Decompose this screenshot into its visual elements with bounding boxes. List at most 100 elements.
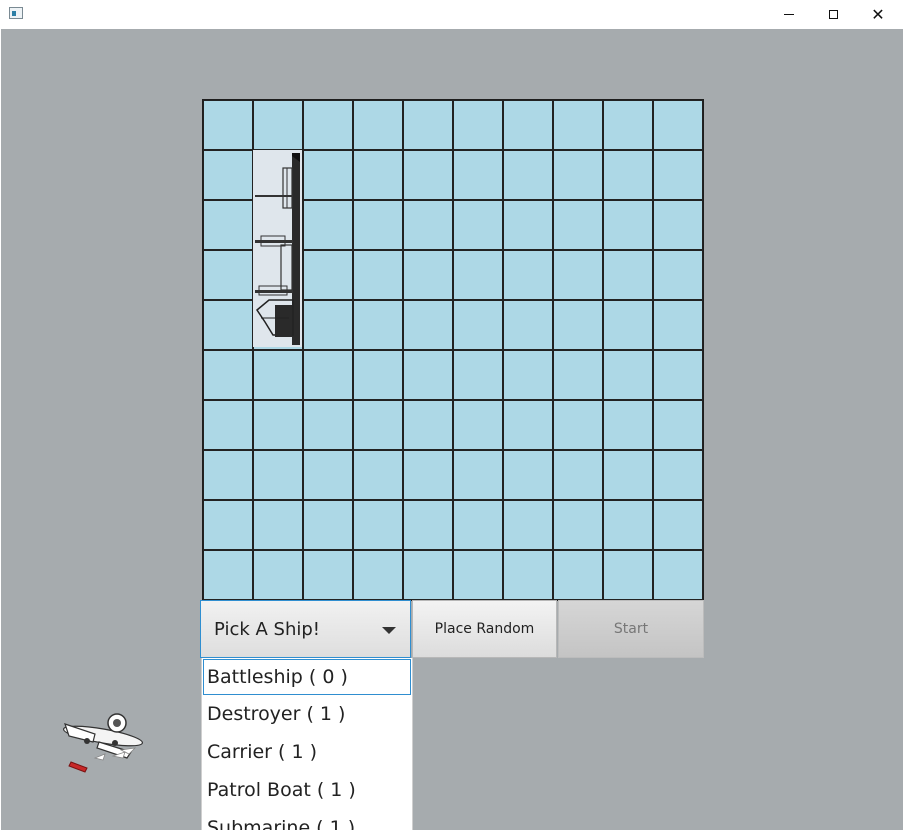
board-cell[interactable] <box>203 500 253 550</box>
board-cell[interactable] <box>603 100 653 150</box>
board-cell[interactable] <box>453 250 503 300</box>
place-random-button[interactable]: Place Random <box>412 600 557 658</box>
board-cell[interactable] <box>353 550 403 600</box>
board-cell[interactable] <box>653 500 703 550</box>
board-cell[interactable] <box>653 350 703 400</box>
close-button[interactable]: ✕ <box>855 0 901 29</box>
ship-option[interactable]: Patrol Boat ( 1 ) <box>202 771 412 809</box>
board-cell[interactable] <box>453 100 503 150</box>
board-cell[interactable] <box>353 250 403 300</box>
board-cell[interactable] <box>403 500 453 550</box>
minimize-button[interactable] <box>766 0 812 29</box>
board-cell[interactable] <box>453 450 503 500</box>
ship-option[interactable]: Battleship ( 0 ) <box>203 659 411 695</box>
board-cell[interactable] <box>653 150 703 200</box>
board-cell[interactable] <box>553 100 603 150</box>
board-cell[interactable] <box>353 150 403 200</box>
board-cell[interactable] <box>253 500 303 550</box>
board-cell[interactable] <box>453 350 503 400</box>
ship-option[interactable]: Destroyer ( 1 ) <box>202 695 412 733</box>
board-cell[interactable] <box>653 450 703 500</box>
board-cell[interactable] <box>653 250 703 300</box>
board-cell[interactable] <box>403 450 453 500</box>
board-cell[interactable] <box>353 500 403 550</box>
board-cell[interactable] <box>553 400 603 450</box>
board-cell[interactable] <box>603 400 653 450</box>
board-cell[interactable] <box>403 550 453 600</box>
board-cell[interactable] <box>303 300 353 350</box>
board-cell[interactable] <box>403 350 453 400</box>
board-cell[interactable] <box>503 350 553 400</box>
board-cell[interactable] <box>303 550 353 600</box>
board-cell[interactable] <box>303 400 353 450</box>
board-cell[interactable] <box>603 200 653 250</box>
board-cell[interactable] <box>553 300 603 350</box>
board-cell[interactable] <box>603 250 653 300</box>
board-cell[interactable] <box>203 300 253 350</box>
board-cell[interactable] <box>503 300 553 350</box>
board-cell[interactable] <box>353 200 403 250</box>
board-cell[interactable] <box>203 100 253 150</box>
ship-picker-dropdown[interactable]: Pick A Ship! <box>200 600 411 658</box>
board-cell[interactable] <box>503 200 553 250</box>
board-cell[interactable] <box>203 250 253 300</box>
board-cell[interactable] <box>553 450 603 500</box>
board-cell[interactable] <box>653 550 703 600</box>
board-cell[interactable] <box>653 300 703 350</box>
ship-option[interactable]: Carrier ( 1 ) <box>202 733 412 771</box>
board-cell[interactable] <box>253 550 303 600</box>
board-cell[interactable] <box>353 400 403 450</box>
board-cell[interactable] <box>303 500 353 550</box>
board-cell[interactable] <box>653 100 703 150</box>
board-cell[interactable] <box>203 150 253 200</box>
board-cell[interactable] <box>303 100 353 150</box>
board-cell[interactable] <box>503 250 553 300</box>
board-cell[interactable] <box>453 400 503 450</box>
board-cell[interactable] <box>353 300 403 350</box>
board-cell[interactable] <box>453 300 503 350</box>
board-cell[interactable] <box>203 450 253 500</box>
board-cell[interactable] <box>253 350 303 400</box>
board-cell[interactable] <box>203 400 253 450</box>
board-cell[interactable] <box>603 500 653 550</box>
board-cell[interactable] <box>303 250 353 300</box>
board-cell[interactable] <box>553 550 603 600</box>
board-cell[interactable] <box>253 450 303 500</box>
board-cell[interactable] <box>503 550 553 600</box>
board-cell[interactable] <box>253 400 303 450</box>
board-cell[interactable] <box>503 500 553 550</box>
board-cell[interactable] <box>203 350 253 400</box>
board-cell[interactable] <box>503 450 553 500</box>
board-cell[interactable] <box>653 200 703 250</box>
board-cell[interactable] <box>253 100 303 150</box>
board-cell[interactable] <box>603 550 653 600</box>
board-cell[interactable] <box>403 400 453 450</box>
board-cell[interactable] <box>553 350 603 400</box>
board-cell[interactable] <box>553 250 603 300</box>
battleship-icon[interactable] <box>253 150 302 347</box>
board-cell[interactable] <box>403 300 453 350</box>
board-cell[interactable] <box>303 150 353 200</box>
board-cell[interactable] <box>453 500 503 550</box>
board-cell[interactable] <box>303 450 353 500</box>
board-cell[interactable] <box>403 200 453 250</box>
board-cell[interactable] <box>203 550 253 600</box>
board-cell[interactable] <box>353 450 403 500</box>
board-cell[interactable] <box>503 150 553 200</box>
board-cell[interactable] <box>603 450 653 500</box>
board-cell[interactable] <box>453 200 503 250</box>
board-cell[interactable] <box>403 150 453 200</box>
board-cell[interactable] <box>553 500 603 550</box>
start-button[interactable]: Start <box>558 600 704 658</box>
board-cell[interactable] <box>353 100 403 150</box>
board-cell[interactable] <box>403 100 453 150</box>
board-cell[interactable] <box>553 200 603 250</box>
board-cell[interactable] <box>303 200 353 250</box>
board-cell[interactable] <box>403 250 453 300</box>
ship-option[interactable]: Submarine ( 1 ) <box>202 809 412 830</box>
board-cell[interactable] <box>503 400 553 450</box>
board-cell[interactable] <box>303 350 353 400</box>
board-cell[interactable] <box>553 150 603 200</box>
maximize-button[interactable] <box>810 0 856 29</box>
board-cell[interactable] <box>203 200 253 250</box>
